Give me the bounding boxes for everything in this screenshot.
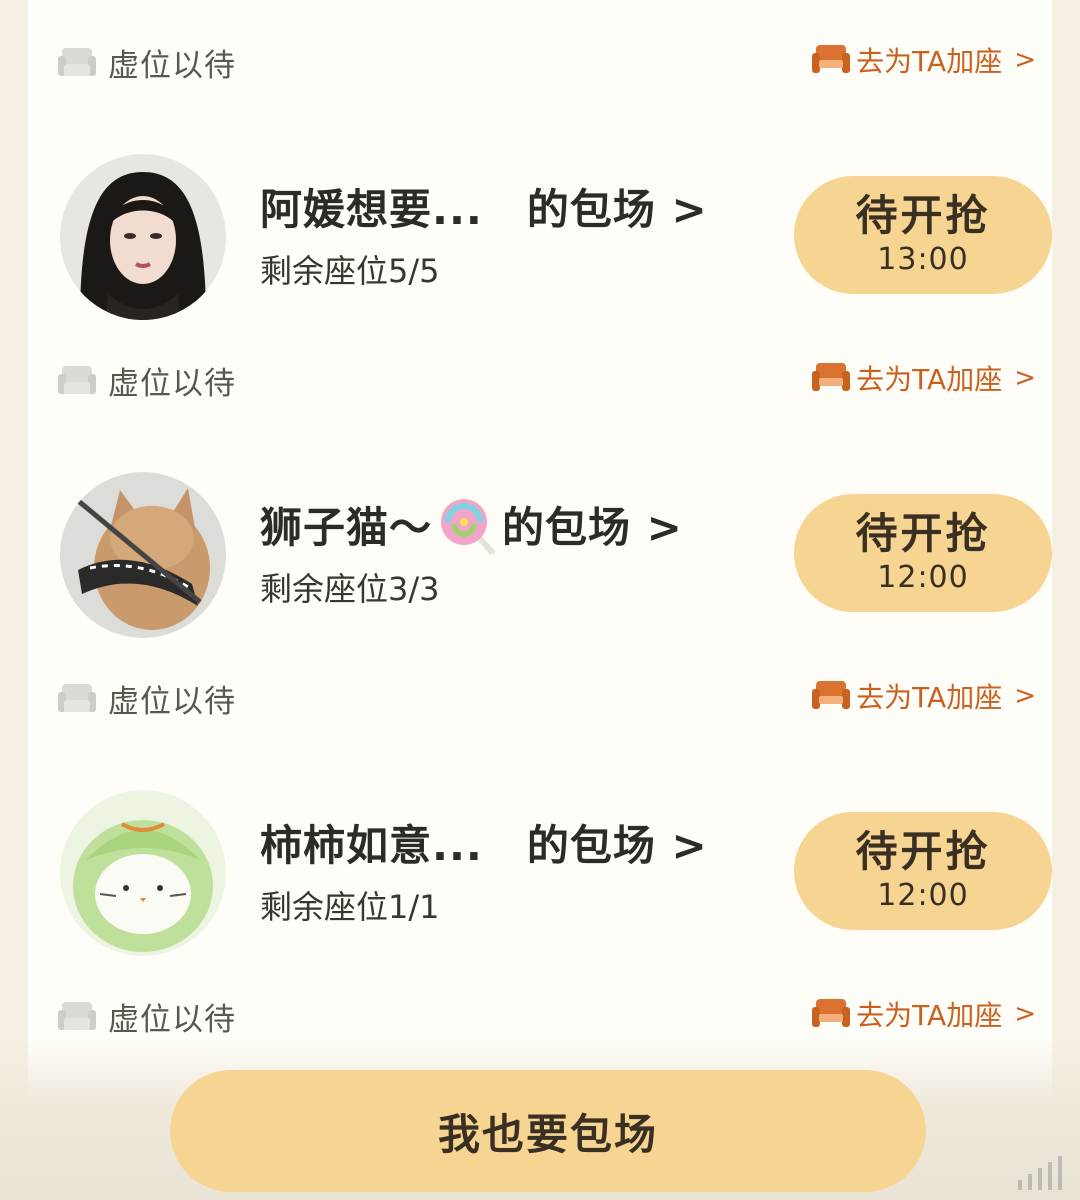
grab-button-time: 12:00 xyxy=(877,560,969,595)
empty-seat: 虚位以待 xyxy=(58,994,236,1039)
empty-seat-label: 虚位以待 xyxy=(108,684,236,720)
add-seat-link[interactable]: 去为TA加座 > xyxy=(812,676,1036,716)
orange-sofa-icon xyxy=(812,679,851,713)
chevron-right-icon: > xyxy=(1014,999,1036,1029)
add-seat-label: 去为TA加座 xyxy=(856,363,1003,396)
avatar[interactable] xyxy=(60,154,226,320)
session-link[interactable]: 的包场 > xyxy=(502,494,683,555)
add-seat-label: 去为TA加座 xyxy=(856,999,1003,1032)
host-name: 狮子猫～ xyxy=(260,503,433,552)
grab-button-time: 12:00 xyxy=(877,878,969,913)
remaining-seats: 剩余座位3/3 xyxy=(260,570,440,608)
list-item[interactable]: 柿柿如意... 的包场 > 剩余座位1/1 待开抢 12:00 xyxy=(28,790,1052,980)
orange-sofa-icon xyxy=(812,997,851,1031)
empty-seat: 虚位以待 xyxy=(58,358,236,403)
add-seat-label: 去为TA加座 xyxy=(856,681,1003,714)
lollipop-icon xyxy=(438,496,496,554)
grab-button-title: 待开抢 xyxy=(855,509,991,558)
remaining-seats: 剩余座位1/1 xyxy=(260,888,440,926)
add-seat-label: 去为TA加座 xyxy=(856,45,1003,78)
grab-button-title: 待开抢 xyxy=(855,191,991,240)
orange-sofa-icon xyxy=(812,361,851,395)
chevron-right-icon: > xyxy=(1014,363,1036,393)
empty-seat: 虚位以待 xyxy=(58,40,236,85)
avatar[interactable] xyxy=(60,790,226,956)
session-link[interactable]: 的包场 > xyxy=(527,176,708,237)
grab-button[interactable]: 待开抢 13:00 xyxy=(794,176,1052,294)
grey-sofa-icon xyxy=(58,46,96,80)
add-seat-link[interactable]: 去为TA加座 > xyxy=(812,358,1036,398)
grey-sofa-icon xyxy=(58,682,96,716)
create-session-button[interactable]: 我也要包场 xyxy=(170,1070,926,1192)
host-name: 柿柿如意... xyxy=(260,821,483,870)
create-session-label: 我也要包场 xyxy=(437,1109,658,1159)
seat-row: 虚位以待 去为TA加座 > xyxy=(28,30,1052,90)
list-item[interactable]: 阿媛想要... 的包场 > 剩余座位5/5 待开抢 13:00 xyxy=(28,154,1052,344)
grab-button[interactable]: 待开抢 12:00 xyxy=(794,494,1052,612)
seat-row: 虚位以待 去为TA加座 > xyxy=(28,348,1052,408)
list-item[interactable]: 狮子猫～ 的包场 > 剩余座位3/3 待开抢 12:00 xyxy=(28,472,1052,662)
grab-button-title: 待开抢 xyxy=(855,827,991,876)
empty-seat-label: 虚位以待 xyxy=(108,48,236,84)
chevron-right-icon: > xyxy=(1014,681,1036,711)
session-link[interactable]: 的包场 > xyxy=(527,812,708,873)
add-seat-link[interactable]: 去为TA加座 > xyxy=(812,994,1036,1034)
host-name: 阿媛想要... xyxy=(260,185,483,234)
add-seat-link[interactable]: 去为TA加座 > xyxy=(812,40,1036,80)
empty-seat-label: 虚位以待 xyxy=(108,1002,236,1038)
list-card: 虚位以待 去为TA加座 > 阿媛想要... 的包场 > 剩余座位5/5 待开抢 … xyxy=(28,0,1052,1200)
grab-button[interactable]: 待开抢 12:00 xyxy=(794,812,1052,930)
seat-row: 虚位以待 去为TA加座 > xyxy=(28,666,1052,726)
grey-sofa-icon xyxy=(58,364,96,398)
seat-row: 虚位以待 去为TA加座 > xyxy=(28,984,1052,1044)
avatar[interactable] xyxy=(60,472,226,638)
chevron-right-icon: > xyxy=(1014,45,1036,75)
orange-sofa-icon xyxy=(812,43,851,77)
watermark-icon xyxy=(1018,1156,1062,1190)
empty-seat-label: 虚位以待 xyxy=(108,366,236,402)
remaining-seats: 剩余座位5/5 xyxy=(260,252,440,290)
grab-button-time: 13:00 xyxy=(877,242,969,277)
empty-seat: 虚位以待 xyxy=(58,676,236,721)
grey-sofa-icon xyxy=(58,1000,96,1034)
